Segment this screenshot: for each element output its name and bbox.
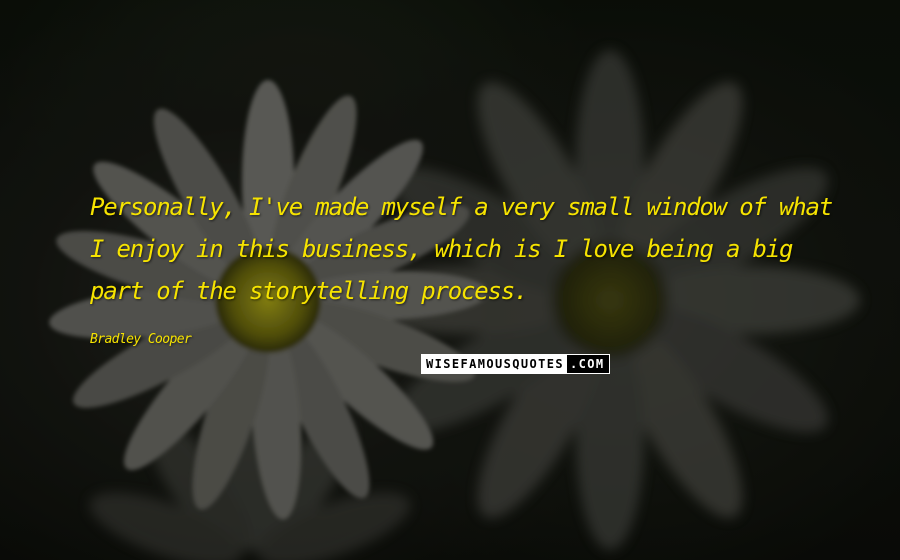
watermark-tld: .COM (567, 355, 609, 373)
site-watermark: WISEFAMOUSQUOTES .COM (421, 354, 610, 374)
watermark-main: WISEFAMOUSQUOTES (422, 355, 567, 373)
quote-image: Personally, I've made myself a very smal… (0, 0, 900, 560)
quote-text: Personally, I've made myself a very smal… (90, 193, 833, 305)
quote-author: Bradley Cooper (90, 332, 192, 347)
